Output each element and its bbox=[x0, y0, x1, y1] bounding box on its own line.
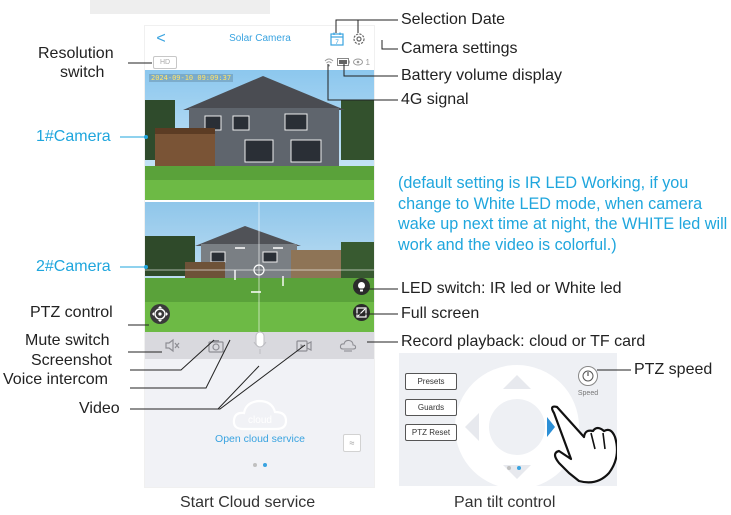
label-camera1: 1#Camera bbox=[36, 128, 111, 145]
label-video: Video bbox=[79, 400, 120, 417]
label-camera-settings: Camera settings bbox=[401, 40, 518, 57]
label-battery: Battery volume display bbox=[401, 67, 562, 84]
label-voice-intercom: Voice intercom bbox=[3, 371, 108, 388]
caption-pan-tilt: Pan tilt control bbox=[454, 494, 556, 511]
label-ptz-control: PTZ control bbox=[30, 304, 113, 321]
label-resolution-line2: switch bbox=[60, 64, 105, 81]
label-4g-signal: 4G signal bbox=[401, 91, 469, 108]
led-note: (default setting is IR LED Working, if y… bbox=[398, 174, 728, 254]
label-screenshot: Screenshot bbox=[31, 352, 112, 369]
caption-start-cloud: Start Cloud service bbox=[180, 494, 316, 511]
label-selection-date: Selection Date bbox=[401, 11, 506, 28]
label-led-switch: LED switch: IR led or White led bbox=[401, 280, 622, 297]
label-record-playback: Record playback: cloud or TF card bbox=[401, 333, 646, 350]
label-ptz-speed: PTZ speed bbox=[634, 361, 713, 378]
label-mute-switch: Mute switch bbox=[25, 332, 110, 349]
label-resolution-line1: Resolution bbox=[38, 45, 114, 62]
label-full-screen: Full screen bbox=[401, 305, 480, 322]
label-camera2: 2#Camera bbox=[36, 258, 111, 275]
